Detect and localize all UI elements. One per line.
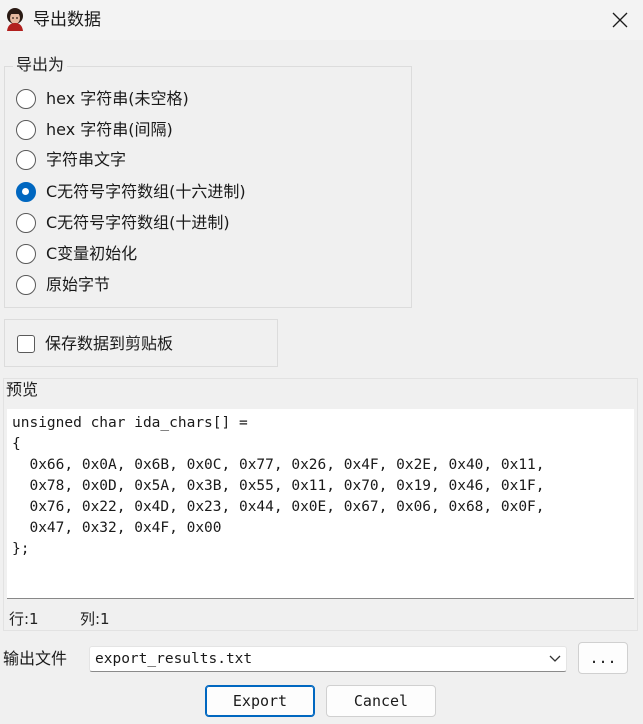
- preview-line: };: [12, 541, 30, 557]
- export-option-radio[interactable]: 字符串文字: [16, 148, 126, 172]
- preview-line: {: [12, 436, 21, 452]
- ida-app-icon: [7, 8, 23, 31]
- export-as-label: 导出为: [13, 55, 68, 75]
- radio-button[interactable]: [16, 89, 36, 109]
- save-to-clipboard-checkbox[interactable]: 保存数据到剪贴板: [17, 332, 173, 356]
- cancel-button[interactable]: Cancel: [326, 685, 436, 717]
- export-option-radio[interactable]: hex 字符串(未空格): [16, 87, 189, 111]
- preview-text-area[interactable]: unsigned char ida_chars[] = { 0x66, 0x0A,…: [7, 409, 634, 599]
- window-title: 导出数据: [33, 10, 101, 30]
- clipboard-label: 保存数据到剪贴板: [45, 334, 174, 353]
- preview-label: 预览: [6, 380, 39, 400]
- export-option-radio[interactable]: C无符号字符数组(十六进制): [16, 180, 246, 204]
- export-option-radio[interactable]: hex 字符串(间隔): [16, 118, 173, 142]
- radio-button[interactable]: [16, 120, 36, 140]
- export-option-label: hex 字符串(间隔): [46, 120, 173, 139]
- radio-button[interactable]: [16, 213, 36, 233]
- export-option-radio[interactable]: C变量初始化: [16, 242, 137, 266]
- output-file-label: 输出文件: [3, 649, 68, 668]
- export-option-label: 字符串文字: [46, 150, 127, 169]
- output-file-combobox[interactable]: export_results.txt: [89, 646, 567, 672]
- title-bar: 导出数据: [0, 0, 643, 40]
- export-option-radio[interactable]: 原始字节: [16, 273, 110, 297]
- export-button[interactable]: Export: [205, 685, 315, 717]
- preview-line: 0x47, 0x32, 0x4F, 0x00: [12, 520, 222, 536]
- radio-button[interactable]: [16, 244, 36, 264]
- browse-button[interactable]: ...: [578, 642, 628, 674]
- cursor-col-status: 列:1: [80, 610, 110, 628]
- preview-line: 0x76, 0x22, 0x4D, 0x23, 0x44, 0x0E, 0x67…: [12, 499, 545, 515]
- close-button[interactable]: [597, 0, 643, 40]
- export-option-label: C无符号字符数组(十六进制): [46, 182, 246, 201]
- preview-line: 0x66, 0x0A, 0x6B, 0x0C, 0x77, 0x26, 0x4F…: [12, 457, 545, 473]
- export-option-label: hex 字符串(未空格): [46, 89, 189, 108]
- radio-button[interactable]: [16, 150, 36, 170]
- chevron-down-icon[interactable]: [544, 655, 566, 663]
- export-option-label: 原始字节: [46, 275, 111, 294]
- output-file-value: export_results.txt: [95, 651, 253, 667]
- preview-line: 0x78, 0x0D, 0x5A, 0x3B, 0x55, 0x11, 0x70…: [12, 478, 545, 494]
- preview-line: unsigned char ida_chars[] =: [12, 415, 248, 431]
- radio-button[interactable]: [16, 182, 36, 202]
- clipboard-checkbox-box[interactable]: [17, 335, 35, 353]
- radio-button[interactable]: [16, 275, 36, 295]
- export-option-label: C无符号字符数组(十进制): [46, 213, 230, 232]
- close-icon: [612, 12, 628, 28]
- export-option-radio[interactable]: C无符号字符数组(十进制): [16, 211, 230, 235]
- cursor-row-status: 行:1: [9, 610, 39, 628]
- export-option-label: C变量初始化: [46, 244, 138, 263]
